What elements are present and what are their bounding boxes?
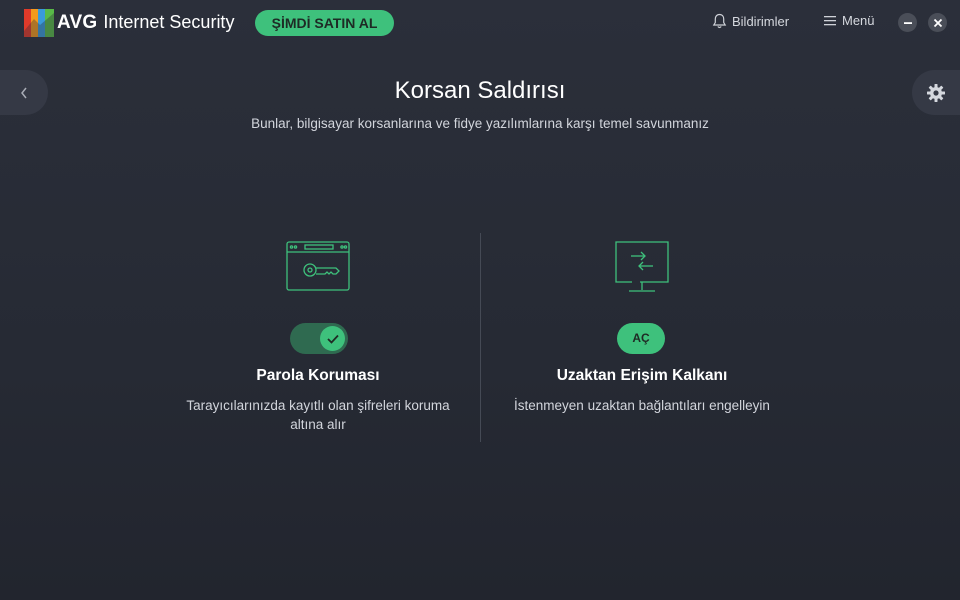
minimize-icon [903, 21, 912, 24]
browser-key-icon [286, 241, 350, 291]
buy-now-button[interactable]: ŞİMDİ SATIN AL [255, 10, 394, 36]
minimize-button[interactable] [898, 13, 917, 32]
feature-icon-wrap [492, 230, 792, 300]
feature-remote-access-shield: AÇ Uzaktan Erişim Kalkanı İstenmeyen uza… [492, 230, 792, 413]
checkmark-icon [326, 334, 339, 344]
page-title: Korsan Saldırısı [394, 77, 566, 104]
feature-description: İstenmeyen uzaktan bağlantıları engelley… [514, 398, 770, 413]
password-protection-toggle[interactable] [290, 323, 348, 354]
page-subtitle: Bunlar, bilgisayar korsanlarına ve fidye… [251, 116, 709, 131]
title-bar: AVG Internet Security ŞİMDİ SATIN AL Bild… [0, 0, 960, 46]
feature-title: Uzaktan Erişim Kalkanı [556, 367, 728, 384]
feature-description: Tarayıcılarınızda kayıtlı olan şifreleri… [186, 398, 450, 432]
close-icon [933, 18, 942, 27]
feature-title: Parola Koruması [256, 367, 380, 384]
remote-monitor-icon [615, 241, 669, 292]
bell-icon [712, 13, 727, 29]
notifications-label: Bildirimler [732, 13, 790, 29]
feature-icon-wrap [168, 230, 468, 300]
product-name: Internet Security [103, 12, 235, 32]
app-title: AVG Internet Security [57, 12, 234, 34]
toggle-knob [320, 326, 345, 351]
menu-button[interactable]: Menü [824, 13, 875, 28]
feature-divider [480, 233, 481, 442]
avg-logo-icon [24, 9, 54, 37]
notifications-button[interactable]: Bildirimler [712, 13, 789, 29]
brand-name: AVG [57, 12, 98, 33]
close-button[interactable] [928, 13, 947, 32]
remote-access-enable-button[interactable]: AÇ [617, 323, 665, 354]
feature-password-protection: Parola Koruması Tarayıcılarınızda kayıtl… [168, 230, 468, 432]
hamburger-icon [824, 16, 836, 26]
menu-label: Menü [842, 13, 875, 28]
